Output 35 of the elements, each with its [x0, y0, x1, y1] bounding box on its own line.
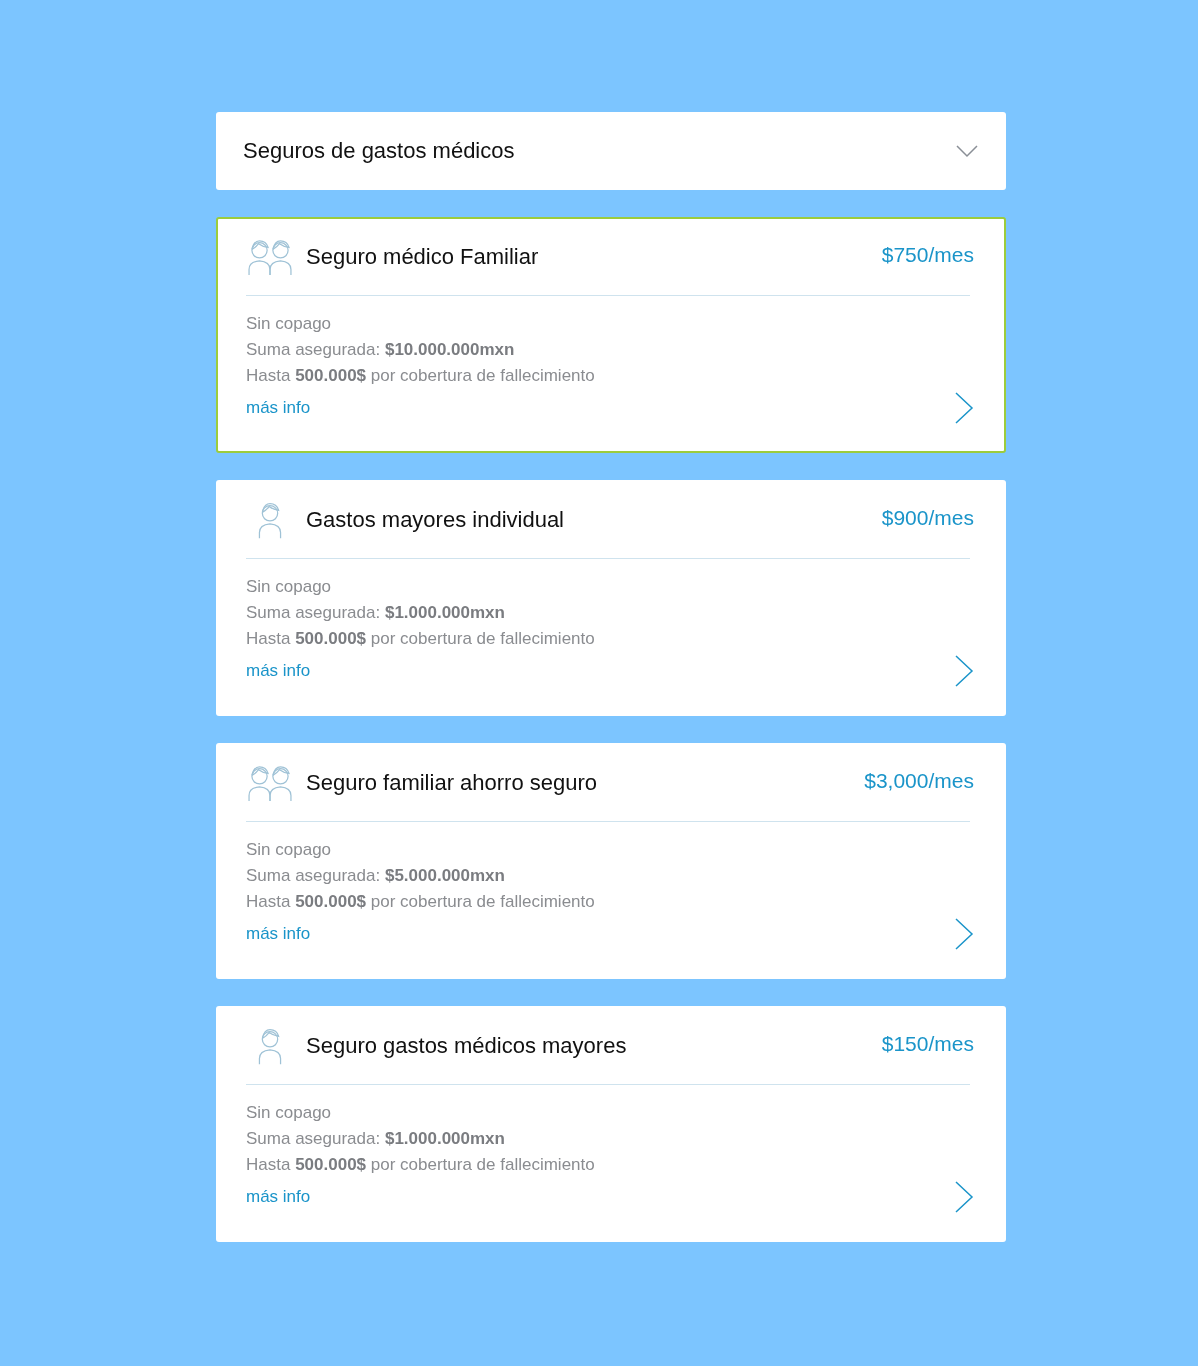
two-people-icon: [246, 763, 294, 803]
plan-detail: Hasta 500.000$ por cobertura de fallecimiento: [246, 365, 596, 387]
plan-title: Seguro médico Familiar: [306, 244, 540, 270]
plan-card[interactable]: Seguro gastos médicos mayores $150/mes Sin copago Suma asegurada: $1.000.000mxn Hasta 500.000$ por cobertura de fallecimiento más info: [216, 1006, 1006, 1242]
plan-card[interactable]: Gastos mayores individual $900/mes Sin copago Suma asegurada: $1.000.000mxn Hasta 500.000$ por cobertura de fallecimiento más info: [216, 480, 1006, 716]
two-people-icon: [246, 237, 294, 277]
category-dropdown[interactable]: Seguros de gastos médicos: [216, 112, 1006, 190]
plan-price: $3,000/mes: [864, 769, 974, 793]
plan-detail: Sin copago: [246, 313, 333, 335]
plan-price: $750/mes: [881, 243, 974, 267]
plan-detail: Hasta 500.000$ por cobertura de fallecimiento: [246, 1154, 596, 1176]
plan-title: Seguro familiar ahorro seguro: [306, 770, 599, 796]
plan-detail: Suma asegurada: $1.000.000mxn: [246, 1128, 506, 1150]
more-info-link[interactable]: más info: [246, 398, 311, 418]
plan-detail: Sin copago: [246, 1102, 333, 1124]
plan-detail: Sin copago: [246, 839, 333, 861]
plan-detail: Sin copago: [246, 576, 333, 598]
chevron-right-icon[interactable]: [954, 392, 974, 424]
plan-detail: Hasta 500.000$ por cobertura de fallecimiento: [246, 628, 596, 650]
plan-card[interactable]: Seguro familiar ahorro seguro $3,000/mes Sin copago Suma asegurada: $5.000.000mxn Hasta 500.000$ por cobertura de fallecimiento más info: [216, 743, 1006, 979]
plan-detail: Suma asegurada: $10.000.000mxn: [246, 339, 516, 361]
plan-detail: Hasta 500.000$ por cobertura de fallecimiento: [246, 891, 596, 913]
more-info-link[interactable]: más info: [246, 661, 311, 681]
plan-detail: Suma asegurada: $5.000.000mxn: [246, 865, 506, 887]
plan-card[interactable]: Seguro médico Familiar $750/mes Sin copago Suma asegurada: $10.000.000mxn Hasta 500.000$ por cobertura de fallecimiento más info: [216, 217, 1006, 453]
chevron-right-icon[interactable]: [954, 655, 974, 687]
plan-title: Seguro gastos médicos mayores: [306, 1033, 628, 1059]
chevron-right-icon[interactable]: [954, 918, 974, 950]
more-info-link[interactable]: más info: [246, 924, 311, 944]
more-info-link[interactable]: más info: [246, 1187, 311, 1207]
plan-price: $150/mes: [881, 1032, 974, 1056]
chevron-right-icon[interactable]: [954, 1181, 974, 1213]
plan-price: $900/mes: [881, 506, 974, 530]
plan-title: Gastos mayores individual: [306, 507, 565, 533]
plan-detail: Suma asegurada: $1.000.000mxn: [246, 602, 506, 624]
